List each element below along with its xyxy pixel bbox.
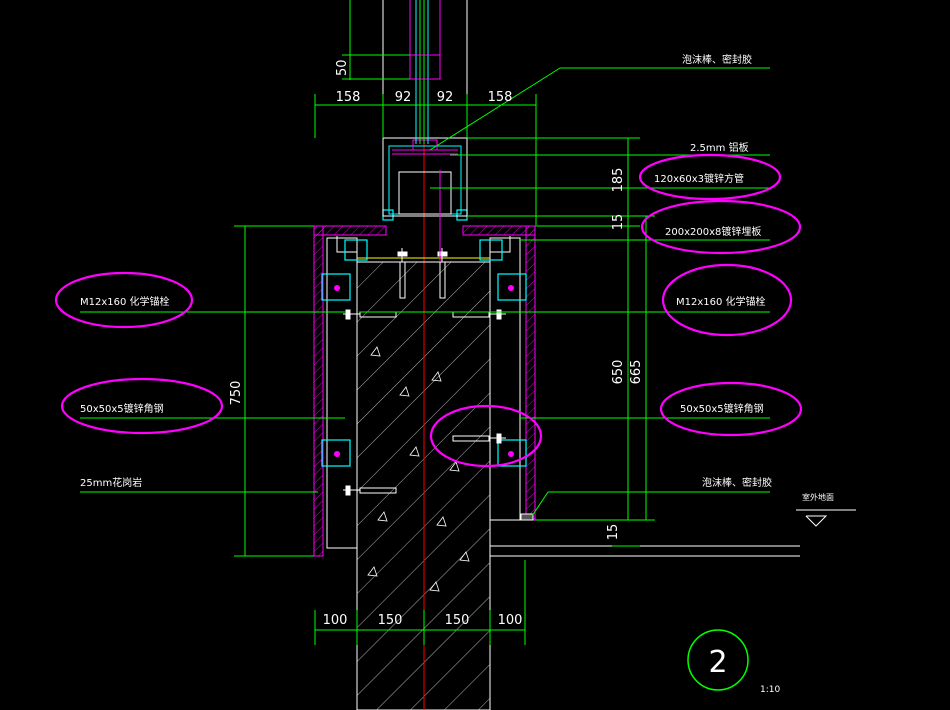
dim-158-right: 158 xyxy=(488,90,513,105)
label-foam-sealant-bottom: 泡沫棒、密封胶 xyxy=(702,476,772,489)
outdoor-ground xyxy=(490,509,856,557)
dim-50: 50 xyxy=(335,59,350,76)
label-angle-right: 50x50x5镀锌角钢 xyxy=(680,402,764,415)
label-outdoor-ground: 室外地面 xyxy=(802,492,834,502)
label-embed-plate: 200x200x8镀锌埋板 xyxy=(665,225,761,238)
label-aluminum-plate: 2.5mm 铝板 xyxy=(690,141,749,154)
detail-number-bubble: 2 1:10 xyxy=(687,629,780,695)
label-anchor-right: M12x160 化学锚栓 xyxy=(676,295,766,308)
dim-150-left: 150 xyxy=(378,613,403,628)
dim-665: 665 xyxy=(629,360,644,385)
dim-750: 750 xyxy=(229,381,244,406)
dim-185: 185 xyxy=(611,168,626,193)
label-square-tube: 120x60x3镀锌方管 xyxy=(654,172,744,185)
dim-100-left: 100 xyxy=(323,613,348,628)
dim-100-right: 100 xyxy=(498,613,523,628)
dim-650: 650 xyxy=(611,360,626,385)
cad-detail-drawing: 50 158 92 92 158 185 15 650 665 15 750 1… xyxy=(54,0,856,710)
dim-92-right: 92 xyxy=(437,90,454,105)
dim-15-bottom: 15 xyxy=(606,524,621,541)
dim-92-left: 92 xyxy=(395,90,412,105)
label-foam-sealant-top: 泡沫棒、密封胶 xyxy=(682,53,752,66)
dim-158-left: 158 xyxy=(336,90,361,105)
dim-150-right: 150 xyxy=(445,613,470,628)
label-anchor-left: M12x160 化学锚栓 xyxy=(80,295,170,308)
label-granite: 25mm花岗岩 xyxy=(80,476,142,489)
square-tube-assembly xyxy=(382,0,468,262)
drawing-scale: 1:10 xyxy=(760,685,780,695)
label-angle-left: 50x50x5镀锌角钢 xyxy=(80,402,164,415)
dim-15-top: 15 xyxy=(611,214,626,231)
detail-number: 2 xyxy=(708,645,727,680)
